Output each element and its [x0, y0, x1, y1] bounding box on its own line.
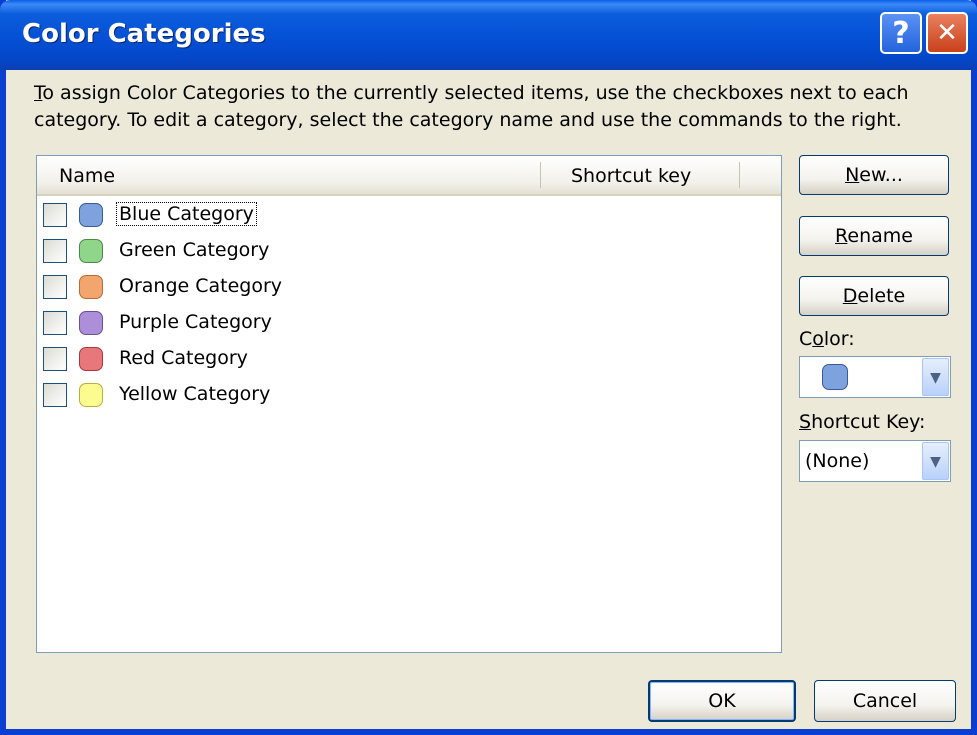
category-list[interactable]: Name Shortcut key Blue Category Green Cat… [36, 155, 782, 653]
column-divider[interactable] [739, 162, 740, 188]
delete-label: elete [857, 285, 906, 307]
rename-label: ename [847, 225, 913, 247]
close-icon: ✕ [936, 18, 958, 48]
chevron-down-icon: ▼ [930, 454, 941, 470]
column-header-shortcut[interactable]: Shortcut key [571, 165, 691, 187]
category-checkbox[interactable] [43, 383, 67, 407]
category-row[interactable]: Red Category [37, 341, 781, 377]
new-button[interactable]: New... [799, 155, 949, 195]
category-checkbox[interactable] [43, 347, 67, 371]
shortcut-mnemonic: S [799, 411, 812, 433]
color-label: Color: [799, 328, 855, 350]
new-label: ew... [859, 164, 903, 186]
instructions-line-1: To assign Color Categories to the curren… [34, 80, 954, 107]
category-color-swatch [79, 275, 103, 299]
rename-mnemonic: R [835, 225, 848, 247]
category-color-swatch [79, 383, 103, 407]
list-header: Name Shortcut key [37, 156, 781, 196]
color-dropdown-arrow[interactable]: ▼ [922, 358, 949, 396]
category-checkbox[interactable] [43, 311, 67, 335]
title-bar[interactable]: Color Categories ? ✕ [0, 0, 977, 70]
category-row[interactable]: Yellow Category [37, 377, 781, 413]
help-button[interactable]: ? [880, 12, 922, 54]
instructions-line-2: category. To edit a category, select the… [34, 109, 902, 131]
category-color-swatch [79, 347, 103, 371]
category-checkbox[interactable] [43, 239, 67, 263]
color-mnemonic: o [812, 328, 824, 350]
category-color-swatch [79, 311, 103, 335]
chevron-down-icon: ▼ [930, 370, 941, 386]
close-button[interactable]: ✕ [926, 12, 968, 54]
category-row[interactable]: Green Category [37, 233, 781, 269]
category-checkbox[interactable] [43, 275, 67, 299]
color-label-part: C [799, 328, 813, 350]
column-header-name[interactable]: Name [59, 165, 115, 187]
category-color-swatch [79, 203, 103, 227]
category-color-swatch [79, 239, 103, 263]
category-name[interactable]: Red Category [117, 347, 250, 369]
category-name[interactable]: Green Category [117, 239, 271, 261]
category-name[interactable]: Yellow Category [117, 383, 272, 405]
category-checkbox[interactable] [43, 203, 67, 227]
selected-color-swatch [822, 364, 848, 390]
column-divider[interactable] [540, 162, 541, 188]
shortcut-key-value: (None) [805, 450, 870, 472]
color-dropdown[interactable]: ▼ [799, 356, 951, 398]
cancel-button[interactable]: Cancel [814, 680, 956, 722]
new-mnemonic: N [845, 164, 860, 186]
color-categories-dialog: Color Categories ? ✕ To assign Color Cat… [0, 0, 977, 735]
delete-button[interactable]: Delete [799, 276, 949, 316]
ok-button[interactable]: OK [648, 680, 796, 722]
category-row[interactable]: Purple Category [37, 305, 781, 341]
shortcut-key-dropdown[interactable]: (None) ▼ [799, 440, 951, 482]
rename-button[interactable]: Rename [799, 216, 949, 256]
instructions-text: To assign Color Categories to the curren… [34, 80, 954, 134]
shortcut-dropdown-arrow[interactable]: ▼ [922, 442, 949, 480]
category-name[interactable]: Orange Category [117, 275, 284, 297]
shortcut-key-label: Shortcut Key: [799, 411, 925, 433]
instructions-line-1-rest: o assign Color Categories to the current… [42, 82, 909, 104]
shortcut-label-rest: hortcut Key: [811, 411, 926, 433]
category-name[interactable]: Blue Category [116, 202, 257, 226]
category-name[interactable]: Purple Category [117, 311, 274, 333]
help-icon: ? [892, 15, 910, 51]
category-row[interactable]: Blue Category [37, 197, 781, 233]
dialog-title: Color Categories [22, 19, 266, 49]
category-row[interactable]: Orange Category [37, 269, 781, 305]
delete-mnemonic: D [842, 285, 858, 307]
color-label-part: lor: [823, 328, 855, 350]
